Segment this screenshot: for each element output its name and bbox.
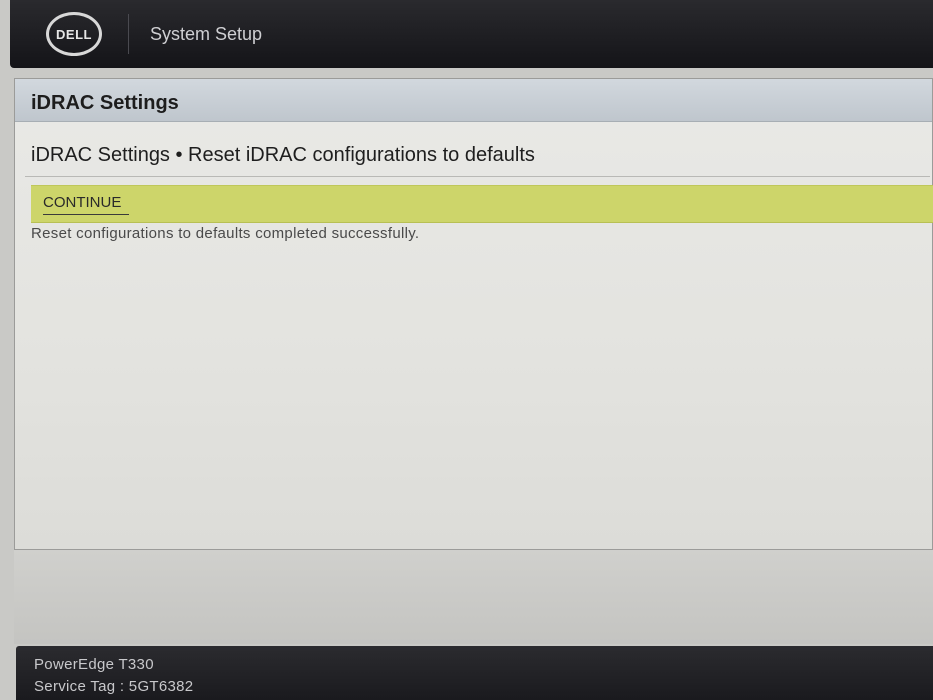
action-bar: CONTINUE — [31, 185, 933, 223]
app-title: System Setup — [150, 24, 263, 44]
continue-button[interactable]: CONTINUE — [43, 194, 130, 215]
breadcrumb-divider — [25, 176, 930, 177]
header-divider — [128, 14, 129, 54]
settings-panel: iDRAC Settings iDRAC Settings • Reset iD… — [14, 78, 933, 550]
breadcrumb: iDRAC Settings • Reset iDRAC configurati… — [31, 144, 535, 166]
system-setup-screen: DELL System Setup iDRAC Settings iDRAC S… — [0, 0, 933, 700]
header-bar: DELL System Setup — [10, 0, 933, 68]
status-message: Reset configurations to defaults complet… — [31, 225, 420, 242]
system-model: PowerEdge T330 — [34, 656, 154, 673]
panel-header: iDRAC Settings — [15, 79, 932, 122]
footer-bar: PowerEdge T330 Service Tag : 5GT6382 — [16, 646, 933, 700]
dell-logo-text: DELL — [56, 26, 92, 42]
panel-title: iDRAC Settings — [31, 92, 179, 114]
dell-logo-icon: DELL — [46, 12, 102, 56]
service-tag: Service Tag : 5GT6382 — [34, 678, 194, 695]
footer-spacer — [14, 550, 933, 644]
